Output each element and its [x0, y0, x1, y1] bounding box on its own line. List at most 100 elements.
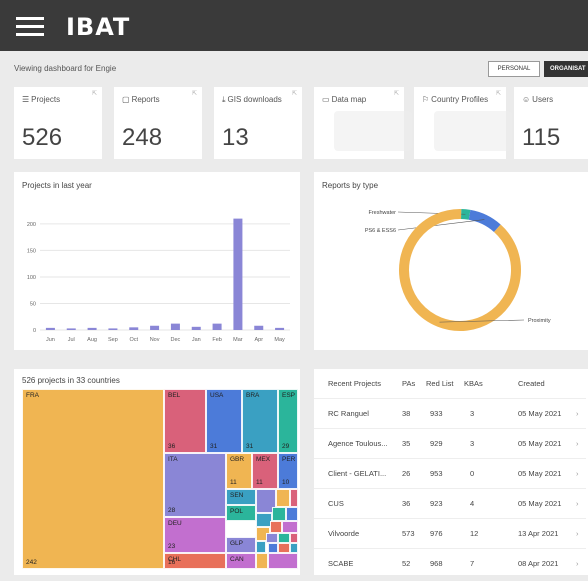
treemap-cell-small[interactable]: [272, 507, 286, 521]
treemap-cell-bra[interactable]: BRA 31: [242, 389, 278, 453]
slice-label: Freshwater: [368, 210, 396, 216]
y-tick-label: 200: [27, 222, 36, 228]
map-thumbnail: [434, 111, 512, 151]
treemap-cell-glp[interactable]: GLP: [226, 537, 256, 553]
chevron-right-icon[interactable]: ›: [576, 469, 579, 478]
treemap-cell-pol[interactable]: POL: [226, 505, 256, 521]
bar-nov[interactable]: [150, 325, 160, 330]
bar-aug[interactable]: [87, 327, 97, 330]
row-kbas: 4: [470, 499, 475, 508]
projects-label: Projects: [31, 95, 61, 104]
data-map-card[interactable]: ⇱ ▭ Data map: [314, 87, 412, 159]
treemap-cell-deu[interactable]: DEU 23: [164, 517, 226, 553]
recent-project-row[interactable]: Vilvoorde 573 976 12 13 Apr 2021 ›: [314, 518, 586, 547]
treemap-cell-small[interactable]: [256, 553, 268, 569]
personal-button[interactable]: PERSONAL: [488, 61, 540, 77]
recent-project-row[interactable]: CUS 36 923 4 05 May 2021 ›: [314, 488, 586, 517]
country-profiles-card[interactable]: ⇱ ⚐ Country Profiles: [414, 87, 512, 159]
row-name: RC Ranguel: [328, 409, 369, 418]
treemap-cell-gbr[interactable]: GBR 11: [226, 453, 252, 489]
recent-project-row[interactable]: SCABE 52 968 7 08 Apr 2021 ›: [314, 548, 586, 577]
col-header-created: Created: [518, 379, 545, 388]
treemap-cell-label: MEX: [256, 456, 271, 463]
treemap-cell-value: 31: [246, 443, 254, 450]
treemap-cell-label: POL: [230, 508, 244, 515]
gis-downloads-card[interactable]: ⇱ ⤓ GIS downloads 13: [214, 87, 302, 159]
organisation-button[interactable]: ORGANISAT: [544, 61, 588, 77]
treemap-cell-chl[interactable]: CHL 16: [164, 553, 226, 569]
viewing-dashboard-text: Viewing dashboard for Engie: [14, 64, 117, 73]
treemap-panel: 526 projects in 33 countries FRA 242 BEL 36…: [14, 369, 300, 575]
projects-value: 526: [22, 124, 63, 151]
country-treemap: FRA 242 BEL 36 USA 31 BRA 31 ESP 29 ITA 28 GBR 11 MEX 1…: [22, 389, 298, 569]
projects-card[interactable]: ⇱ ☰ Projects 526: [14, 87, 102, 159]
row-kbas: 0: [470, 469, 475, 478]
treemap-cell-small[interactable]: [278, 533, 290, 543]
row-redlist: 953: [430, 469, 443, 478]
bar-dec[interactable]: [170, 323, 180, 330]
slice-proximity[interactable]: [399, 209, 521, 331]
treemap-cell-small[interactable]: [290, 543, 298, 553]
row-redlist: 968: [430, 559, 443, 568]
treemap-cell-sen[interactable]: SEN: [226, 489, 256, 505]
chevron-right-icon[interactable]: ›: [576, 439, 579, 448]
row-name: CUS: [328, 499, 344, 508]
treemap-cell-value: 16: [168, 559, 176, 566]
treemap-cell-per[interactable]: PER 10: [278, 453, 298, 489]
slice-label: PS6 & ESS6: [365, 228, 396, 234]
treemap-cell-label: FRA: [26, 392, 39, 399]
treemap-cell-ita[interactable]: ITA 28: [164, 453, 226, 517]
x-tick-label: May: [274, 337, 285, 343]
recent-project-row[interactable]: Agence Toulous... 35 929 3 05 May 2021 ›: [314, 428, 586, 457]
menu-icon[interactable]: [16, 17, 44, 37]
treemap-cell-small[interactable]: [282, 521, 298, 533]
chevron-right-icon[interactable]: ›: [576, 409, 579, 418]
treemap-cell-mex[interactable]: MEX 11: [252, 453, 278, 489]
treemap-cell-small[interactable]: [268, 553, 298, 569]
flag-icon: ⚐: [422, 95, 430, 104]
bar-mar[interactable]: [233, 218, 243, 330]
treemap-cell-value: 11: [256, 479, 263, 486]
treemap-cell-label: CAN: [230, 556, 244, 563]
reports-card[interactable]: ⇱ ▢ Reports 248: [114, 87, 202, 159]
bar-apr[interactable]: [254, 325, 264, 330]
bar-jan[interactable]: [191, 326, 201, 330]
chevron-right-icon[interactable]: ›: [576, 499, 579, 508]
bar-feb[interactable]: [212, 323, 222, 330]
row-created: 05 May 2021: [518, 469, 562, 478]
bar-oct[interactable]: [129, 327, 139, 330]
reports-value: 248: [122, 124, 163, 151]
treemap-cell-esp[interactable]: ESP 29: [278, 389, 298, 453]
row-kbas: 3: [470, 439, 475, 448]
treemap-cell-small[interactable]: [276, 489, 290, 507]
treemap-cell-value: 36: [168, 443, 176, 450]
treemap-cell-small[interactable]: [290, 489, 298, 507]
treemap-cell-small[interactable]: [290, 533, 298, 543]
chevron-right-icon[interactable]: ›: [576, 559, 579, 568]
treemap-cell-small[interactable]: [286, 507, 298, 521]
chevron-right-icon[interactable]: ›: [576, 529, 579, 538]
slice-ps6-ess6[interactable]: [468, 209, 501, 233]
ibat-logo[interactable]: IBAT: [66, 13, 130, 41]
bar-jun[interactable]: [45, 327, 55, 330]
treemap-cell-small[interactable]: [270, 521, 282, 533]
users-card[interactable]: ☺ Users 115: [514, 87, 588, 159]
recent-project-row[interactable]: RC Ranguel 38 933 3 05 May 2021 ›: [314, 398, 586, 427]
y-tick-label: 100: [27, 275, 36, 281]
treemap-cell-can[interactable]: CAN: [226, 553, 256, 569]
treemap-cell-small[interactable]: [268, 543, 278, 553]
treemap-cell-small[interactable]: [256, 541, 266, 553]
treemap-cell-usa[interactable]: USA 31: [206, 389, 242, 453]
treemap-cell-bel[interactable]: BEL 36: [164, 389, 206, 453]
bar-may[interactable]: [275, 327, 285, 330]
slice-label: Proximity: [528, 318, 551, 324]
treemap-cell-label: ITA: [168, 456, 178, 463]
bar-jul[interactable]: [66, 328, 76, 330]
treemap-cell-fra[interactable]: FRA 242: [22, 389, 164, 569]
x-tick-label: Mar: [233, 337, 243, 343]
treemap-cell-small[interactable]: [278, 543, 290, 553]
recent-project-row[interactable]: Client - GELATI... 26 953 0 05 May 2021 ›: [314, 458, 586, 487]
users-value: 115: [522, 124, 561, 151]
treemap-cell-small[interactable]: [266, 533, 278, 543]
bar-sep[interactable]: [108, 328, 118, 330]
